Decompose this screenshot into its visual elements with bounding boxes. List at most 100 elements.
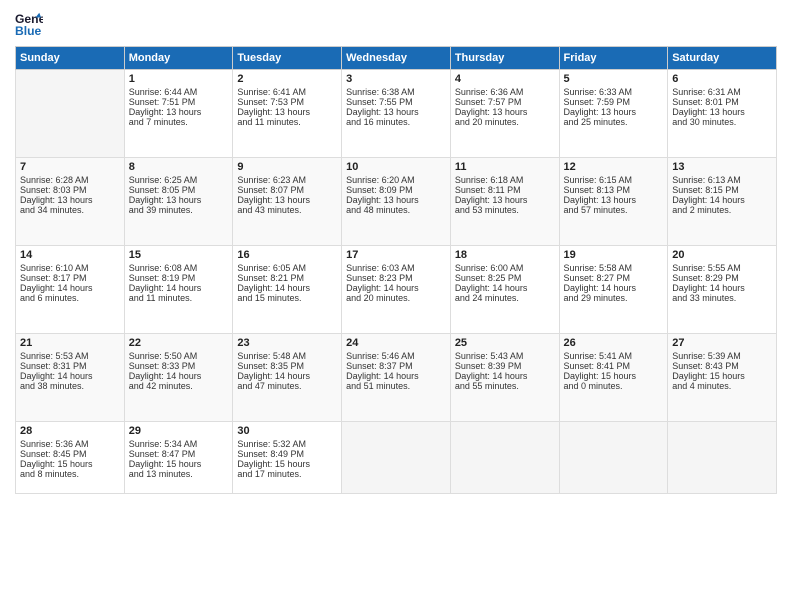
daylight-text: and 55 minutes. — [455, 381, 555, 391]
daylight-text: and 51 minutes. — [346, 381, 446, 391]
week-row-3: 14 Sunrise: 6:10 AMSunset: 8:17 PM Dayligh… — [16, 246, 777, 334]
weekday-header-monday: Monday — [124, 47, 233, 70]
sunset-text: Sunset: 8:35 PM — [237, 361, 337, 371]
page: General Blue SundayMondayTuesdayWednesda… — [0, 0, 792, 612]
sunrise-text: Sunrise: 6:31 AM — [672, 87, 772, 97]
day-number: 16 — [237, 249, 337, 261]
calendar-cell: 9Sunrise: 6:23 AMSunset: 8:07 PMDaylight… — [233, 158, 342, 246]
sunrise-text: Sunrise: 6:05 AM — [237, 263, 337, 273]
day-number: 17 — [346, 249, 446, 261]
sunrise-text: Sunrise: 5:41 AM — [564, 351, 664, 361]
calendar-cell: 20Sunrise: 5:55 AMSunset: 8:29 PMDayligh… — [668, 246, 777, 334]
sunrise-text: Sunrise: 6:38 AM — [346, 87, 446, 97]
daylight-text: and 13 minutes. — [129, 469, 229, 479]
daylight-text: and 43 minutes. — [237, 205, 337, 215]
calendar-cell: 15Sunrise: 6:08 AMSunset: 8:19 PMDayligh… — [124, 246, 233, 334]
day-number: 3 — [346, 73, 446, 85]
calendar-cell: 26Sunrise: 5:41 AMSunset: 8:41 PMDayligh… — [559, 334, 668, 422]
day-number: 11 — [455, 161, 555, 173]
daylight-text: Daylight: 13 hours — [346, 195, 446, 205]
sunset-text: Sunset: 8:17 PM — [20, 273, 120, 283]
calendar-cell: 11Sunrise: 6:18 AMSunset: 8:11 PMDayligh… — [450, 158, 559, 246]
calendar-cell: 19Sunrise: 5:58 AMSunset: 8:27 PMDayligh… — [559, 246, 668, 334]
daylight-text: Daylight: 13 hours — [237, 107, 337, 117]
daylight-text: Daylight: 14 hours — [20, 371, 120, 381]
sunset-text: Sunset: 8:39 PM — [455, 361, 555, 371]
calendar-cell: 21Sunrise: 5:53 AMSunset: 8:31 PMDayligh… — [16, 334, 125, 422]
sunrise-text: Sunrise: 6:10 AM — [20, 263, 120, 273]
daylight-text: and 38 minutes. — [20, 381, 120, 391]
calendar-cell: 3 Sunrise: 6:38 AMSunset: 7:55 PMDaylight… — [342, 70, 451, 158]
day-number: 27 — [672, 337, 772, 349]
day-number: 25 — [455, 337, 555, 349]
sunset-text: Sunset: 7:53 PM — [237, 97, 337, 107]
daylight-text: Daylight: 15 hours — [672, 371, 772, 381]
sunrise-text: Sunrise: 6:18 AM — [455, 175, 555, 185]
weekday-header-wednesday: Wednesday — [342, 47, 451, 70]
sunset-text: Sunset: 8:29 PM — [672, 273, 772, 283]
weekday-header-saturday: Saturday — [668, 47, 777, 70]
sunset-text: Sunset: 7:55 PM — [346, 97, 446, 107]
day-number: 18 — [455, 249, 555, 261]
sunset-text: Sunset: 8:31 PM — [20, 361, 120, 371]
daylight-text: Daylight: 14 hours — [129, 283, 229, 293]
week-row-4: 21Sunrise: 5:53 AMSunset: 8:31 PMDayligh… — [16, 334, 777, 422]
daylight-text: Daylight: 15 hours — [564, 371, 664, 381]
day-number: 14 — [20, 249, 120, 261]
daylight-text: and 42 minutes. — [129, 381, 229, 391]
daylight-text: Daylight: 13 hours — [346, 107, 446, 117]
sunset-text: Sunset: 8:11 PM — [455, 185, 555, 195]
calendar-cell: 7Sunrise: 6:28 AMSunset: 8:03 PMDaylight… — [16, 158, 125, 246]
calendar-body: 1Sunrise: 6:44 AMSunset: 7:51 PMDaylight… — [16, 70, 777, 494]
sunset-text: Sunset: 8:05 PM — [129, 185, 229, 195]
day-number: 9 — [237, 161, 337, 173]
calendar-cell: 13Sunrise: 6:13 AMSunset: 8:15 PMDayligh… — [668, 158, 777, 246]
logo: General Blue — [15, 10, 43, 38]
sunrise-text: Sunrise: 6:00 AM — [455, 263, 555, 273]
daylight-text: Daylight: 14 hours — [672, 195, 772, 205]
calendar-cell: 5Sunrise: 6:33 AMSunset: 7:59 PMDaylight… — [559, 70, 668, 158]
daylight-text: Daylight: 15 hours — [237, 459, 337, 469]
day-number: 8 — [129, 161, 229, 173]
day-number: 30 — [237, 425, 337, 437]
weekday-header-sunday: Sunday — [16, 47, 125, 70]
sunrise-text: Sunrise: 6:33 AM — [564, 87, 664, 97]
day-number: 15 — [129, 249, 229, 261]
daylight-text: Daylight: 13 hours — [455, 107, 555, 117]
day-number: 6 — [672, 73, 772, 85]
day-number: 4 — [455, 73, 555, 85]
sunrise-text: Sunrise: 5:46 AM — [346, 351, 446, 361]
day-number: 13 — [672, 161, 772, 173]
day-number: 22 — [129, 337, 229, 349]
daylight-text: Daylight: 13 hours — [672, 107, 772, 117]
sunrise-text: Sunrise: 5:36 AM — [20, 439, 120, 449]
daylight-text: Daylight: 13 hours — [20, 195, 120, 205]
day-number: 19 — [564, 249, 664, 261]
sunset-text: Sunset: 8:47 PM — [129, 449, 229, 459]
sunset-text: Sunset: 8:13 PM — [564, 185, 664, 195]
calendar-cell: 29Sunrise: 5:34 AMSunset: 8:47 PMDayligh… — [124, 422, 233, 494]
daylight-text: and 25 minutes. — [564, 117, 664, 127]
sunset-text: Sunset: 8:27 PM — [564, 273, 664, 283]
sunrise-text: Sunrise: 5:43 AM — [455, 351, 555, 361]
sunrise-text: Sunrise: 5:48 AM — [237, 351, 337, 361]
sunrise-text: Sunrise: 5:39 AM — [672, 351, 772, 361]
sunset-text: Sunset: 8:09 PM — [346, 185, 446, 195]
weekday-header-thursday: Thursday — [450, 47, 559, 70]
day-number: 5 — [564, 73, 664, 85]
daylight-text: and 33 minutes. — [672, 293, 772, 303]
daylight-text: Daylight: 13 hours — [237, 195, 337, 205]
sunrise-text: Sunrise: 6:25 AM — [129, 175, 229, 185]
daylight-text: and 7 minutes. — [129, 117, 229, 127]
day-number: 29 — [129, 425, 229, 437]
daylight-text: Daylight: 14 hours — [455, 283, 555, 293]
sunrise-text: Sunrise: 6:44 AM — [129, 87, 229, 97]
header: General Blue — [15, 10, 777, 38]
calendar-cell — [559, 422, 668, 494]
calendar-cell: 1Sunrise: 6:44 AMSunset: 7:51 PMDaylight… — [124, 70, 233, 158]
daylight-text: and 57 minutes. — [564, 205, 664, 215]
sunrise-text: Sunrise: 6:08 AM — [129, 263, 229, 273]
daylight-text: and 29 minutes. — [564, 293, 664, 303]
daylight-text: and 53 minutes. — [455, 205, 555, 215]
daylight-text: and 48 minutes. — [346, 205, 446, 215]
